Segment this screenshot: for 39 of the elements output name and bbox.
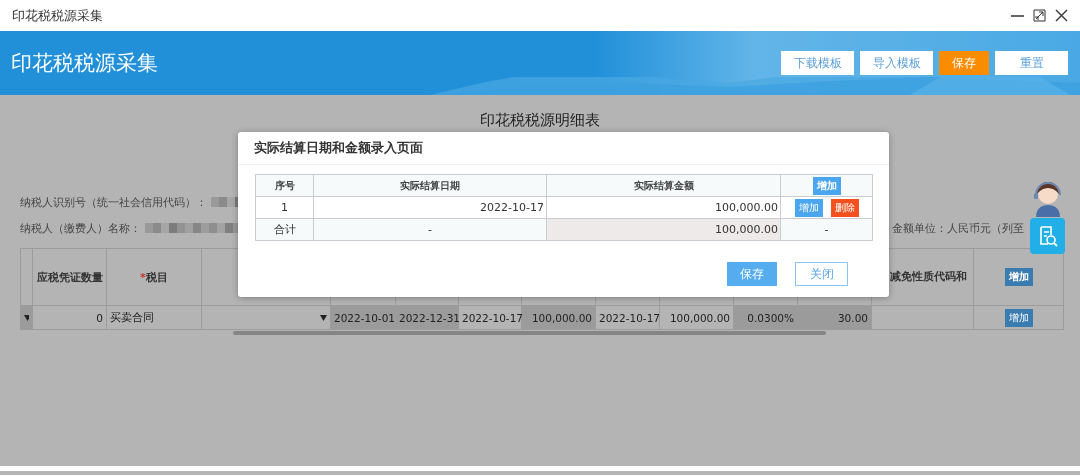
save-button[interactable]: 保存 [939,51,989,75]
close-button[interactable]: 关闭 [795,262,848,286]
header-button[interactable]: 导入模板 [860,51,933,75]
dialog-title: 实际结算日期和金额录入页面 [238,132,889,165]
add-button[interactable]: 增加 [812,176,841,195]
table-cell: 100,000.00 [546,196,781,219]
maximize-icon[interactable] [1033,9,1046,22]
table-cell: 买卖合同 [106,305,202,330]
close-icon[interactable] [1055,9,1068,22]
save-button[interactable]: 保存 [727,262,777,286]
table-cell: 100,000.00 [546,218,781,241]
currency-note: 金额单位：人民币元（列至 [892,220,1024,236]
table-cell: 1 [255,196,314,219]
window-title: 印花税税源采集 [12,6,103,25]
column-header: 实际结算金额 [546,174,781,197]
header-button[interactable]: 下载模板 [781,51,854,75]
table-cell: 0 [32,305,107,330]
header-button[interactable]: 重置 [995,51,1068,75]
column-header: *税目 [106,248,202,306]
column-header: 序号 [255,174,314,197]
page-title: 印花税税源采集 [11,50,158,77]
table-cell: 2022-10-17 [595,305,660,330]
taxpayer-id-label: 纳税人识别号（统一社会信用代码）： [20,194,207,210]
add-button[interactable]: 增加 [1004,268,1033,286]
table-title: 印花税税源明细表 [479,111,601,129]
dropdown-arrow-icon[interactable] [320,314,327,321]
column-header: 实际结算日期 [313,174,547,197]
add-button[interactable]: 增加 [1004,308,1033,327]
taxpayer-name-label: 纳税人（缴费人）名称： [20,220,141,236]
table-cell: - [313,218,547,241]
dropdown-arrow-icon[interactable] [24,314,29,321]
table-cell: 合计 [255,218,314,241]
table-cell: 2022-10-17 [313,196,547,219]
add-button[interactable]: 增加 [794,198,823,217]
delete-button[interactable]: 删除 [830,198,859,217]
table-cell: 100,000.00 [521,305,596,330]
column-header: 应税凭证数量 [32,248,107,306]
table-cell: 2022-10-17 [458,305,522,330]
table-cell: 100,000.00 [659,305,734,330]
